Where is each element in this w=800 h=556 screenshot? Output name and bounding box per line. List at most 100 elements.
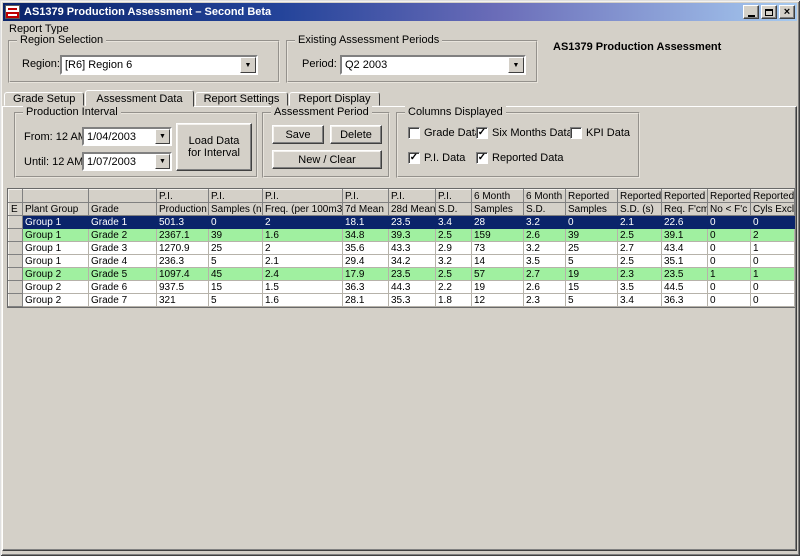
checkbox-checked-icon[interactable]: ✓ (408, 152, 420, 164)
load-data-button[interactable]: Load Data for Interval (176, 123, 252, 171)
new-clear-button[interactable]: New / Clear (272, 150, 382, 169)
save-button[interactable]: Save (272, 125, 324, 144)
table-row[interactable]: Group 2Grade 732151.628.135.31.8122.353.… (9, 294, 795, 307)
grid-cell[interactable]: 44.3 (389, 281, 436, 294)
grid-cell[interactable]: 0 (708, 294, 751, 307)
row-selector[interactable] (9, 242, 23, 255)
grid-cell[interactable]: 22.6 (662, 216, 708, 229)
grid-cell[interactable]: 2.4 (263, 268, 343, 281)
checkbox-checked-icon[interactable]: ✓ (476, 127, 488, 139)
grid-cell[interactable]: 159 (472, 229, 524, 242)
grid-cell[interactable]: 0 (708, 229, 751, 242)
grid-cell[interactable]: 3.2 (524, 242, 566, 255)
grid-cell[interactable]: 12 (472, 294, 524, 307)
grid-cell[interactable]: 3.5 (524, 255, 566, 268)
close-button[interactable]: × (779, 5, 795, 19)
grid-cell[interactable]: 3.4 (436, 216, 472, 229)
grid-cell[interactable]: 2.5 (436, 268, 472, 281)
grid-cell[interactable]: 19 (472, 281, 524, 294)
grid-cell[interactable]: 2.7 (618, 242, 662, 255)
row-selector[interactable] (9, 216, 23, 229)
grid-cell[interactable]: 39 (566, 229, 618, 242)
row-selector[interactable] (9, 255, 23, 268)
grid-cell[interactable]: Grade 5 (89, 268, 157, 281)
grid-cell[interactable]: 28 (472, 216, 524, 229)
grid-cell[interactable]: 5 (209, 294, 263, 307)
grid-cell[interactable]: Group 2 (23, 294, 89, 307)
grid-cell[interactable]: 45 (209, 268, 263, 281)
grid-cell[interactable]: 28.1 (343, 294, 389, 307)
grid-cell[interactable]: 2.1 (263, 255, 343, 268)
grid-cell[interactable]: Grade 6 (89, 281, 157, 294)
tab-grade-setup[interactable]: Grade Setup (4, 92, 84, 106)
checkbox-item-p-i-data[interactable]: ✓P.I. Data (408, 152, 465, 164)
grid-cell[interactable]: Grade 1 (89, 216, 157, 229)
table-row[interactable]: Group 2Grade 6937.5151.536.344.32.2192.6… (9, 281, 795, 294)
grid-cell[interactable]: 18.1 (343, 216, 389, 229)
grid-cell[interactable]: Group 1 (23, 255, 89, 268)
grid-cell[interactable]: 23.5 (389, 216, 436, 229)
grid-cell[interactable]: 0 (751, 294, 795, 307)
grid-cell[interactable]: 35.6 (343, 242, 389, 255)
delete-button[interactable]: Delete (330, 125, 382, 144)
minimize-button[interactable] (743, 5, 759, 19)
region-dropdown-button[interactable]: ▼ (240, 57, 256, 73)
grid-cell[interactable]: 0 (566, 216, 618, 229)
grid-cell[interactable]: 36.3 (662, 294, 708, 307)
grid-cell[interactable]: Group 2 (23, 268, 89, 281)
grid-cell[interactable]: 0 (708, 281, 751, 294)
grid-cell[interactable]: Group 2 (23, 281, 89, 294)
grid-cell[interactable]: Grade 4 (89, 255, 157, 268)
grid-cell[interactable]: 17.9 (343, 268, 389, 281)
grid-cell[interactable]: 5 (209, 255, 263, 268)
grid-cell[interactable]: 25 (209, 242, 263, 255)
row-selector[interactable] (9, 281, 23, 294)
grid-cell[interactable]: 1 (751, 268, 795, 281)
grid-cell[interactable]: 35.3 (389, 294, 436, 307)
grid-cell[interactable]: 15 (209, 281, 263, 294)
grid-cell[interactable]: 34.8 (343, 229, 389, 242)
table-row[interactable]: Group 2Grade 51097.4452.417.923.52.5572.… (9, 268, 795, 281)
grid-cell[interactable]: 1097.4 (157, 268, 209, 281)
grid-cell[interactable]: 2.5 (618, 229, 662, 242)
period-dropdown-button[interactable]: ▼ (508, 57, 524, 73)
grid-cell[interactable]: 39.3 (389, 229, 436, 242)
grid-cell[interactable]: 2.7 (524, 268, 566, 281)
grid-cell[interactable]: 2.3 (618, 268, 662, 281)
grid-cell[interactable]: 1.8 (436, 294, 472, 307)
grid-cell[interactable]: 501.3 (157, 216, 209, 229)
grid-cell[interactable]: Group 1 (23, 229, 89, 242)
checkbox-item-grade-data[interactable]: Grade Data (408, 127, 481, 139)
tab-report-display[interactable]: Report Display (289, 92, 379, 106)
grid-cell[interactable]: 0 (751, 216, 795, 229)
checkbox-item-reported-data[interactable]: ✓Reported Data (476, 152, 564, 164)
grid-cell[interactable]: 2 (263, 216, 343, 229)
grid-cell[interactable]: 0 (708, 255, 751, 268)
grid-cell[interactable]: 57 (472, 268, 524, 281)
grid-cell[interactable]: Grade 3 (89, 242, 157, 255)
checkbox-item-kpi-data[interactable]: KPI Data (570, 127, 630, 139)
grid-cell[interactable]: Group 1 (23, 242, 89, 255)
grid-cell[interactable]: 25 (566, 242, 618, 255)
checkbox-unchecked-icon[interactable] (408, 127, 420, 139)
grid-cell[interactable]: Grade 7 (89, 294, 157, 307)
grid-cell[interactable]: 2.6 (524, 281, 566, 294)
period-combobox[interactable]: Q2 2003 ▼ (340, 55, 526, 75)
grid-cell[interactable]: 23.5 (662, 268, 708, 281)
grid-cell[interactable]: 2 (263, 242, 343, 255)
grid-cell[interactable]: 43.3 (389, 242, 436, 255)
tab-assessment-data[interactable]: Assessment Data (85, 90, 193, 107)
checkbox-unchecked-icon[interactable] (570, 127, 582, 139)
table-row[interactable]: Group 1Grade 4236.352.129.434.23.2143.55… (9, 255, 795, 268)
table-row[interactable]: Group 1Grade 31270.925235.643.32.9733.22… (9, 242, 795, 255)
table-row[interactable]: Group 1Grade 1501.30218.123.53.4283.202.… (9, 216, 795, 229)
grid-cell[interactable]: 2367.1 (157, 229, 209, 242)
grid-cell[interactable]: 0 (751, 255, 795, 268)
grid-cell[interactable]: 43.4 (662, 242, 708, 255)
grid-cell[interactable]: 3.2 (524, 216, 566, 229)
grid-cell[interactable]: 2.2 (436, 281, 472, 294)
grid-cell[interactable]: 19 (566, 268, 618, 281)
grid-cell[interactable]: 2.3 (524, 294, 566, 307)
grid-cell[interactable]: 1 (708, 268, 751, 281)
table-row[interactable]: Group 1Grade 22367.1391.634.839.32.51592… (9, 229, 795, 242)
